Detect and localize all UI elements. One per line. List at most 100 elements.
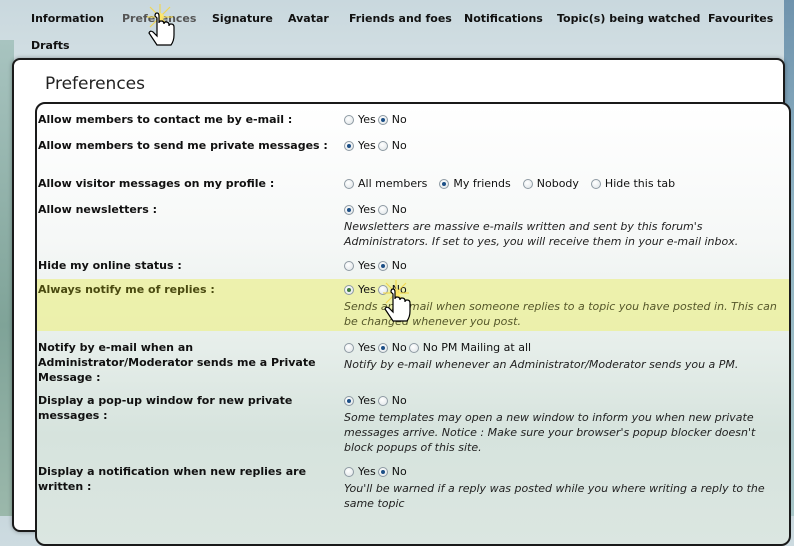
preference-row: Allow visitor messages on my profile : Al… <box>37 176 789 200</box>
radio-button[interactable] <box>344 284 354 295</box>
radio-button[interactable] <box>377 395 388 406</box>
radio-button[interactable] <box>344 204 354 215</box>
preference-control: Yes No Newsletters are massive e-mails wri… <box>344 202 784 249</box>
radio-option-no-pm-mailing-at-all[interactable]: No PM Mailing at all <box>408 340 532 355</box>
radio-button[interactable] <box>377 260 388 271</box>
tab-preferences[interactable]: Preferences <box>122 12 196 25</box>
radio-label: My friends <box>453 177 511 190</box>
preference-control: All members My friends Nobody Hide this tab <box>344 176 687 193</box>
radio-label: No <box>391 259 407 272</box>
radio-option-no[interactable]: No <box>377 112 407 127</box>
radio-label: Yes <box>358 203 376 216</box>
profile-tabs: Information Preferences Signature Avatar… <box>0 0 784 58</box>
radio-option-all-members[interactable]: All members <box>344 176 427 191</box>
preference-control: Yes No <box>344 258 409 275</box>
radio-label: Hide this tab <box>604 177 676 190</box>
radio-label: Yes <box>358 113 376 126</box>
radio-option-yes[interactable]: Yes <box>344 258 376 273</box>
panel-title: Preferences <box>45 74 145 94</box>
radio-option-my-friends[interactable]: My friends <box>439 176 511 191</box>
radio-button[interactable] <box>344 260 354 271</box>
radio-label: No PM Mailing at all <box>422 341 532 354</box>
radio-button[interactable] <box>408 342 419 353</box>
preference-control: Yes No Sends an e-mail when someone replie… <box>344 282 784 329</box>
radio-button[interactable] <box>344 342 354 353</box>
tab-signature[interactable]: Signature <box>212 12 273 25</box>
radio-option-no[interactable]: No <box>377 282 407 297</box>
preference-control: Yes No Some templates may open a new windo… <box>344 393 784 455</box>
radio-button[interactable] <box>377 140 388 151</box>
tab-favourites[interactable]: Favourites <box>708 12 773 25</box>
preference-label: Always notify me of replies : <box>38 283 215 296</box>
preference-label: Hide my online status : <box>38 259 182 272</box>
preference-label: Notify by e-mail when an Administrator/M… <box>38 341 316 384</box>
radio-option-hide-this-tab[interactable]: Hide this tab <box>590 176 676 191</box>
tab-notifications[interactable]: Notifications <box>464 12 543 25</box>
radio-option-no[interactable]: No <box>377 138 407 153</box>
radio-button[interactable] <box>377 342 388 353</box>
radio-button[interactable] <box>377 114 388 125</box>
radio-button[interactable] <box>377 284 388 295</box>
radio-button[interactable] <box>344 466 354 477</box>
preferences-form: Allow members to contact me by e-mail : Y… <box>35 102 791 546</box>
tab-topics-watched[interactable]: Topic(s) being watched <box>557 12 700 25</box>
preference-row: Always notify me of replies : Yes No Sends … <box>37 279 789 331</box>
tab-friends-and-foes[interactable]: Friends and foes <box>349 12 452 25</box>
preferences-panel: Preferences Allow members to contact me … <box>12 58 791 546</box>
preference-row: Notify by e-mail when an Administrator/M… <box>37 340 789 392</box>
radio-label: Yes <box>358 283 376 296</box>
radio-option-yes[interactable]: Yes <box>344 340 376 355</box>
preference-description: Notify by e-mail whenever an Administrat… <box>344 357 739 371</box>
radio-option-no[interactable]: No <box>377 464 407 479</box>
preference-row: Display a pop-up window for new private … <box>37 393 789 463</box>
radio-label: No <box>391 203 407 216</box>
preference-control: Yes No No PM Mailing at all Notify by e-mai… <box>344 340 784 372</box>
radio-button[interactable] <box>377 466 388 477</box>
radio-button[interactable] <box>344 114 354 125</box>
preference-control: Yes No <box>344 138 409 155</box>
preference-row: Allow newsletters : Yes No Newsletters are … <box>37 202 789 256</box>
radio-label: No <box>391 283 407 296</box>
radio-button[interactable] <box>344 178 354 189</box>
radio-button[interactable] <box>377 204 388 215</box>
radio-label: Yes <box>358 394 376 407</box>
radio-label: Nobody <box>536 177 579 190</box>
radio-button[interactable] <box>439 178 450 189</box>
preference-control: Yes No <box>344 112 409 129</box>
radio-label: No <box>391 465 407 478</box>
radio-label: Yes <box>358 259 376 272</box>
radio-option-nobody[interactable]: Nobody <box>522 176 579 191</box>
radio-button[interactable] <box>522 178 533 189</box>
radio-option-yes[interactable]: Yes <box>344 464 376 479</box>
radio-option-yes[interactable]: Yes <box>344 202 376 217</box>
preference-label: Allow members to contact me by e-mail : <box>38 113 293 126</box>
radio-button[interactable] <box>344 395 354 406</box>
radio-option-yes[interactable]: Yes <box>344 393 376 408</box>
radio-label: All members <box>358 177 428 190</box>
preference-description: Some templates may open a new window to … <box>344 410 756 454</box>
radio-option-yes[interactable]: Yes <box>344 112 376 127</box>
preference-description: You'll be warned if a reply was posted w… <box>344 481 765 510</box>
preference-label: Allow visitor messages on my profile : <box>38 177 275 190</box>
radio-button[interactable] <box>590 178 601 189</box>
radio-label: Yes <box>358 465 376 478</box>
radio-option-no[interactable]: No <box>377 393 407 408</box>
radio-option-yes[interactable]: Yes <box>344 138 376 153</box>
preference-description: Sends an e-mail when someone replies to … <box>344 299 777 328</box>
radio-option-yes[interactable]: Yes <box>344 282 376 297</box>
preference-label: Display a notification when new replies … <box>38 465 307 493</box>
preference-label: Display a pop-up window for new private … <box>38 394 293 422</box>
preference-row: Allow members to send me private message… <box>37 138 789 174</box>
preference-description: Newsletters are massive e-mails written … <box>344 219 739 248</box>
radio-option-no[interactable]: No <box>377 258 407 273</box>
radio-option-no[interactable]: No <box>377 340 407 355</box>
tab-drafts[interactable]: Drafts <box>31 39 70 52</box>
tab-avatar[interactable]: Avatar <box>288 12 329 25</box>
preference-label: Allow members to send me private message… <box>38 139 328 152</box>
radio-button[interactable] <box>344 140 354 151</box>
radio-label: No <box>391 341 407 354</box>
radio-option-no[interactable]: No <box>377 202 407 217</box>
preference-row: Allow members to contact me by e-mail : Y… <box>37 112 789 136</box>
radio-label: No <box>391 113 407 126</box>
tab-information[interactable]: Information <box>31 12 104 25</box>
